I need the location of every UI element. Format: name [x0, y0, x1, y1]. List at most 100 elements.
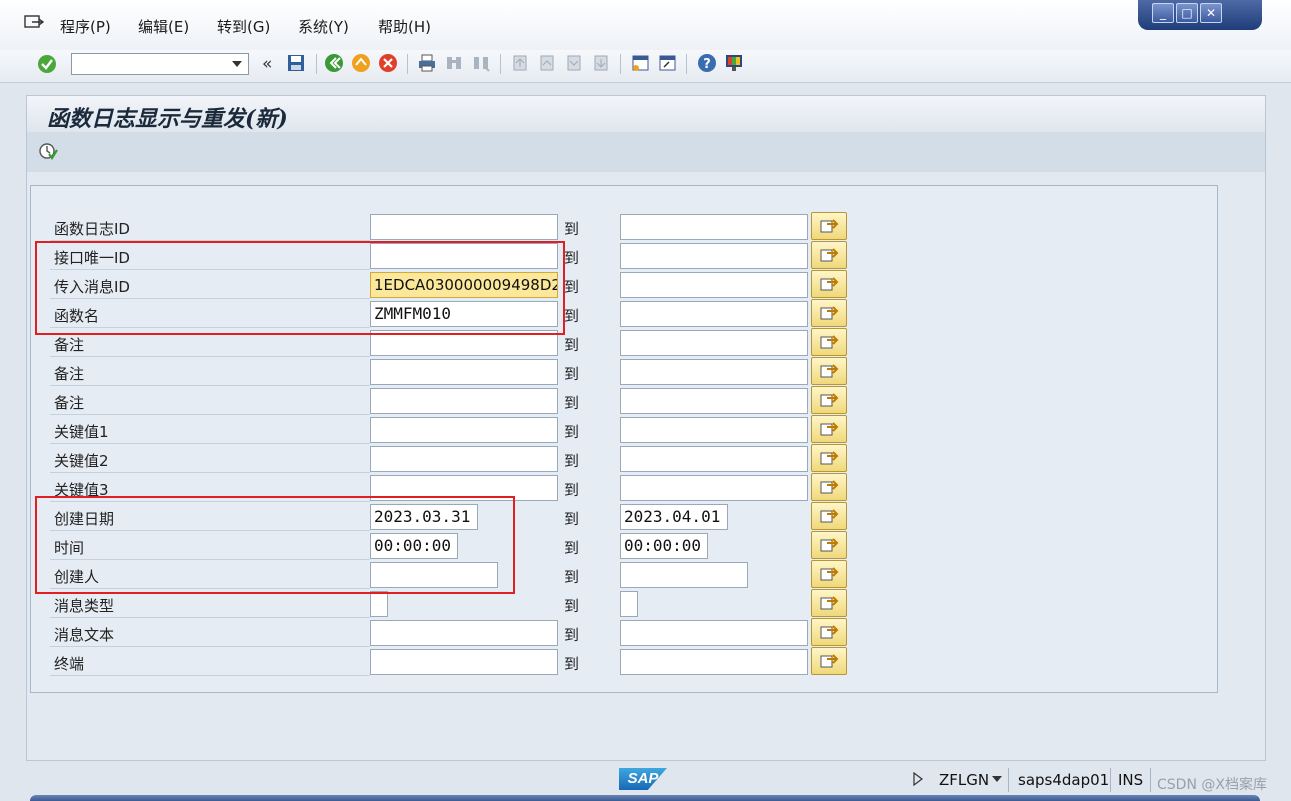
- multiple-selection-button[interactable]: [811, 357, 847, 385]
- shortcut-icon[interactable]: [657, 53, 677, 73]
- field-label: 函数日志ID: [54, 220, 130, 238]
- multiple-selection-button[interactable]: [811, 647, 847, 675]
- multiple-selection-button[interactable]: [811, 560, 847, 588]
- page-title: 函数日志显示与重发(新): [47, 106, 288, 132]
- low-value-input[interactable]: [370, 359, 558, 385]
- high-value-input[interactable]: 00:00:00: [620, 533, 708, 559]
- watermark: CSDN @X档案库: [1157, 777, 1267, 793]
- high-value-input[interactable]: [620, 388, 808, 414]
- annotation-box: [35, 241, 565, 335]
- bottom-frame: [30, 795, 1260, 801]
- multiple-selection-button[interactable]: [811, 212, 847, 240]
- high-value-input[interactable]: [620, 330, 808, 356]
- menu-help[interactable]: 帮助(H): [378, 16, 431, 37]
- high-value-input[interactable]: [620, 562, 748, 588]
- previous-page-icon[interactable]: [537, 53, 557, 73]
- next-page-icon[interactable]: [564, 53, 584, 73]
- to-label: 到: [564, 510, 580, 528]
- field-label: 终端: [54, 655, 85, 673]
- high-value-input[interactable]: [620, 359, 808, 385]
- to-label: 到: [564, 394, 580, 412]
- close-button[interactable]: ✕: [1200, 3, 1222, 23]
- help-icon[interactable]: ?: [697, 53, 717, 73]
- exit-icon[interactable]: [351, 53, 371, 73]
- application-toolbar: [26, 132, 1266, 172]
- low-value-input[interactable]: [370, 591, 388, 617]
- high-value-input[interactable]: [620, 475, 808, 501]
- row-divider: [50, 646, 370, 647]
- multiple-selection-icon: [820, 567, 839, 581]
- status-separator: [1150, 768, 1151, 792]
- find-icon[interactable]: [444, 53, 464, 73]
- high-value-input[interactable]: [620, 620, 808, 646]
- high-value-input[interactable]: [620, 591, 638, 617]
- maximize-button[interactable]: □: [1176, 3, 1198, 23]
- save-icon[interactable]: [286, 53, 306, 73]
- create-session-icon[interactable]: [630, 53, 650, 73]
- multiple-selection-icon: [820, 654, 839, 668]
- low-value-input[interactable]: [370, 446, 558, 472]
- chevron-down-icon[interactable]: [992, 776, 1002, 782]
- first-page-icon[interactable]: [510, 53, 530, 73]
- last-page-icon[interactable]: [591, 53, 611, 73]
- multiple-selection-icon: [820, 364, 839, 378]
- menu-bar: 程序(P) 编辑(E) 转到(G) 系统(Y) 帮助(H): [0, 0, 1291, 50]
- execute-icon[interactable]: [38, 141, 58, 161]
- minimize-button[interactable]: _: [1152, 3, 1174, 23]
- low-value-input[interactable]: [370, 417, 558, 443]
- multiple-selection-button[interactable]: [811, 299, 847, 327]
- multiple-selection-button[interactable]: [811, 386, 847, 414]
- multiple-selection-button[interactable]: [811, 589, 847, 617]
- low-value-input[interactable]: [370, 649, 558, 675]
- print-icon[interactable]: [417, 53, 437, 73]
- high-value-input[interactable]: [620, 446, 808, 472]
- back-icon[interactable]: [324, 53, 344, 73]
- multiple-selection-button[interactable]: [811, 270, 847, 298]
- field-label: 消息文本: [54, 626, 115, 644]
- to-label: 到: [564, 568, 580, 586]
- multiple-selection-icon: [820, 625, 839, 639]
- selection-row: 关键值2 到: [50, 444, 847, 475]
- row-divider: [50, 385, 370, 386]
- multiple-selection-button[interactable]: [811, 502, 847, 530]
- low-value-input[interactable]: [370, 388, 558, 414]
- to-label: 到: [564, 307, 580, 325]
- low-value-input[interactable]: [370, 620, 558, 646]
- menu-edit[interactable]: 编辑(E): [138, 16, 189, 37]
- menu-program[interactable]: 程序(P): [60, 16, 111, 37]
- status-separator: [1008, 768, 1009, 792]
- layout-icon[interactable]: [724, 53, 744, 73]
- command-field[interactable]: [71, 53, 249, 75]
- high-value-input[interactable]: [620, 243, 808, 269]
- chevron-down-icon[interactable]: [232, 61, 242, 67]
- multiple-selection-button[interactable]: [811, 473, 847, 501]
- multiple-selection-button[interactable]: [811, 415, 847, 443]
- high-value-input[interactable]: [620, 214, 808, 240]
- row-divider: [50, 617, 370, 618]
- collapse-icon[interactable]: «: [262, 54, 272, 74]
- high-value-input[interactable]: [620, 649, 808, 675]
- menu-system[interactable]: 系统(Y): [298, 16, 349, 37]
- high-value-input[interactable]: 2023.04.01: [620, 504, 728, 530]
- to-label: 到: [564, 597, 580, 615]
- multiple-selection-icon: [820, 451, 839, 465]
- multiple-selection-button[interactable]: [811, 241, 847, 269]
- high-value-input[interactable]: [620, 301, 808, 327]
- play-icon[interactable]: [913, 772, 923, 786]
- enter-icon[interactable]: [37, 54, 57, 74]
- high-value-input[interactable]: [620, 272, 808, 298]
- multiple-selection-icon: [820, 393, 839, 407]
- menu-goto[interactable]: 转到(G): [217, 16, 270, 37]
- find-next-icon[interactable]: [471, 53, 491, 73]
- high-value-input[interactable]: [620, 417, 808, 443]
- field-label: 关键值1: [54, 423, 109, 441]
- multiple-selection-button[interactable]: [811, 444, 847, 472]
- low-value-input[interactable]: [370, 214, 558, 240]
- to-label: 到: [564, 365, 580, 383]
- multiple-selection-button[interactable]: [811, 328, 847, 356]
- multiple-selection-button[interactable]: [811, 531, 847, 559]
- to-label: 到: [564, 278, 580, 296]
- multiple-selection-button[interactable]: [811, 618, 847, 646]
- menu-icon[interactable]: [24, 14, 44, 30]
- cancel-icon[interactable]: [378, 53, 398, 73]
